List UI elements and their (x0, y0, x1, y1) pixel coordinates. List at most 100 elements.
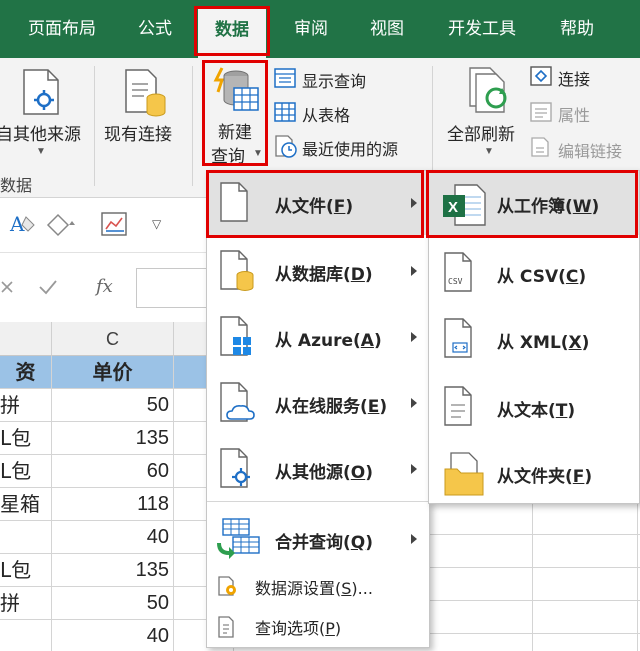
tab-developer[interactable]: 开发工具 (432, 0, 532, 58)
menu-item-label: 从其他源(O) (275, 463, 374, 483)
table-cell[interactable]: 星箱 (0, 488, 52, 521)
submenu-arrow-icon (411, 464, 417, 474)
from-file-submenu: X 从工作簿(W) CSV 从 CSV(C) 从 XML(X) 从文本(T) 从… (428, 170, 640, 504)
cloud-icon (220, 382, 255, 422)
chevron-down-icon[interactable]: ▽ (152, 217, 161, 231)
menu-item-other-sources[interactable]: 从其他源(O) (207, 437, 429, 501)
tab-data[interactable]: 数据 (198, 8, 266, 58)
menu-item-data-source-settings[interactable]: 数据源设置(S)... (207, 565, 429, 607)
fill-color-icon[interactable] (44, 211, 78, 239)
tab-page-layout[interactable]: 页面布局 (12, 0, 112, 58)
price-cell[interactable]: 60 (52, 455, 174, 488)
menu-item-label: 从 Azure(A) (275, 331, 382, 351)
other-sources-icon (23, 69, 59, 115)
show-queries-icon (274, 68, 296, 88)
query-options-label: 查询选项(P) (255, 619, 342, 638)
menu-item-file[interactable]: 从文件(F) (207, 171, 429, 235)
menu-item-label: 从数据库(D) (275, 265, 373, 285)
menu-item-cloud[interactable]: 从在线服务(E) (207, 371, 429, 435)
chevron-down-icon: ▼ (36, 146, 46, 157)
menu-item-label: 从 CSV(C) (497, 267, 587, 287)
refresh-icon (469, 67, 507, 113)
database-icon (220, 250, 254, 291)
grid-background (428, 502, 640, 651)
price-cell[interactable]: 50 (52, 389, 174, 422)
tab-help[interactable]: 帮助 (544, 0, 610, 58)
azure-icon (220, 316, 251, 356)
edit-links-label: 编辑链接 (558, 142, 623, 161)
column-header-b[interactable] (0, 322, 52, 356)
chevron-down-icon: ▼ (484, 146, 494, 157)
chevron-down-icon: ▼ (253, 148, 263, 159)
excel-badge-text: X (448, 199, 458, 216)
from-table-label: 从表格 (302, 106, 351, 125)
price-cell[interactable]: 40 (52, 620, 174, 651)
menu-item-merge-query[interactable]: 合并查询(Q) (207, 507, 429, 571)
connections-icon (530, 66, 552, 86)
recent-sources-label: 最近使用的源 (302, 140, 399, 159)
menu-item-label: 从文本(T) (497, 401, 576, 421)
ribbon-separator (432, 66, 433, 186)
formula-input[interactable] (136, 268, 216, 308)
table-cell[interactable]: L包 (0, 554, 52, 587)
header-cell-price[interactable]: 单价 (52, 356, 174, 389)
price-cell[interactable]: 135 (52, 422, 174, 455)
font-color-icon[interactable]: A (8, 211, 38, 239)
price-cell[interactable]: 50 (52, 587, 174, 620)
menu-item-azure[interactable]: 从 Azure(A) (207, 305, 429, 369)
menu-item-text-file[interactable]: 从文本(T) (429, 375, 639, 439)
column-header-c[interactable]: C (52, 322, 174, 356)
submenu-arrow-icon (411, 266, 417, 276)
text-file-icon (444, 386, 472, 426)
ribbon-separator (192, 66, 193, 186)
submenu-arrow-icon (411, 332, 417, 342)
excel-workbook-icon: X (443, 184, 486, 226)
menu-item-xml-file[interactable]: 从 XML(X) (429, 307, 639, 371)
submenu-arrow-icon (411, 534, 417, 544)
new-query-menu: 从文件(F) 从数据库(D) 从 Azure(A) 从在线服务(E) 从其他源(… (206, 170, 430, 648)
chart-icon[interactable] (100, 211, 130, 239)
submenu-arrow-icon (411, 398, 417, 408)
header-cell[interactable]: 资 (0, 356, 52, 389)
menu-item-label: 从 XML(X) (497, 333, 590, 353)
table-cell[interactable] (0, 521, 52, 554)
menu-item-database[interactable]: 从数据库(D) (207, 239, 429, 303)
ribbon-tab-bar: 页面布局 公式 数据 审阅 视图 开发工具 帮助 (0, 0, 640, 58)
folder-icon (444, 452, 484, 496)
menu-item-query-options[interactable]: 查询选项(P) (207, 607, 429, 647)
table-cell[interactable] (0, 620, 52, 651)
from-table-icon (274, 102, 296, 122)
ribbon-group-label: 数据 (0, 176, 33, 195)
table-cell[interactable]: 拼 (0, 389, 52, 422)
check-icon[interactable] (38, 278, 58, 296)
menu-item-csv-file[interactable]: CSV 从 CSV(C) (429, 241, 639, 305)
price-cell[interactable]: 135 (52, 554, 174, 587)
query-options-icon (218, 616, 234, 638)
menu-item-excel-workbook[interactable]: X 从工作簿(W) (429, 171, 639, 235)
tab-view[interactable]: 视图 (354, 0, 420, 58)
ribbon-separator (94, 66, 95, 186)
data-source-settings-icon (218, 576, 236, 596)
other-sources-label: 自其他来源 (0, 125, 81, 145)
new-query-label-line1: 新建 (218, 123, 252, 143)
price-cell[interactable]: 40 (52, 521, 174, 554)
table-cell[interactable]: 拼 (0, 587, 52, 620)
other-sources-icon (220, 448, 250, 488)
existing-connections-label: 现有连接 (104, 125, 172, 145)
tab-formulas[interactable]: 公式 (122, 0, 188, 58)
new-query-icon (213, 67, 259, 111)
insert-function-icon[interactable]: fx (96, 276, 113, 297)
show-queries-label: 显示查询 (302, 72, 367, 91)
menu-item-label: 合并查询(Q) (275, 533, 374, 553)
tab-review[interactable]: 审阅 (278, 0, 344, 58)
table-cell[interactable]: L包 (0, 455, 52, 488)
menu-item-folder[interactable]: 从文件夹(F) (429, 441, 639, 505)
edit-links-icon (531, 137, 549, 157)
price-cell[interactable]: 118 (52, 488, 174, 521)
table-cell[interactable]: L包 (0, 422, 52, 455)
cancel-icon[interactable] (0, 280, 14, 294)
merge-query-icon (217, 518, 260, 559)
existing-connections-icon (125, 69, 166, 117)
csv-badge-text: CSV (448, 277, 463, 286)
properties-label: 属性 (558, 106, 591, 125)
